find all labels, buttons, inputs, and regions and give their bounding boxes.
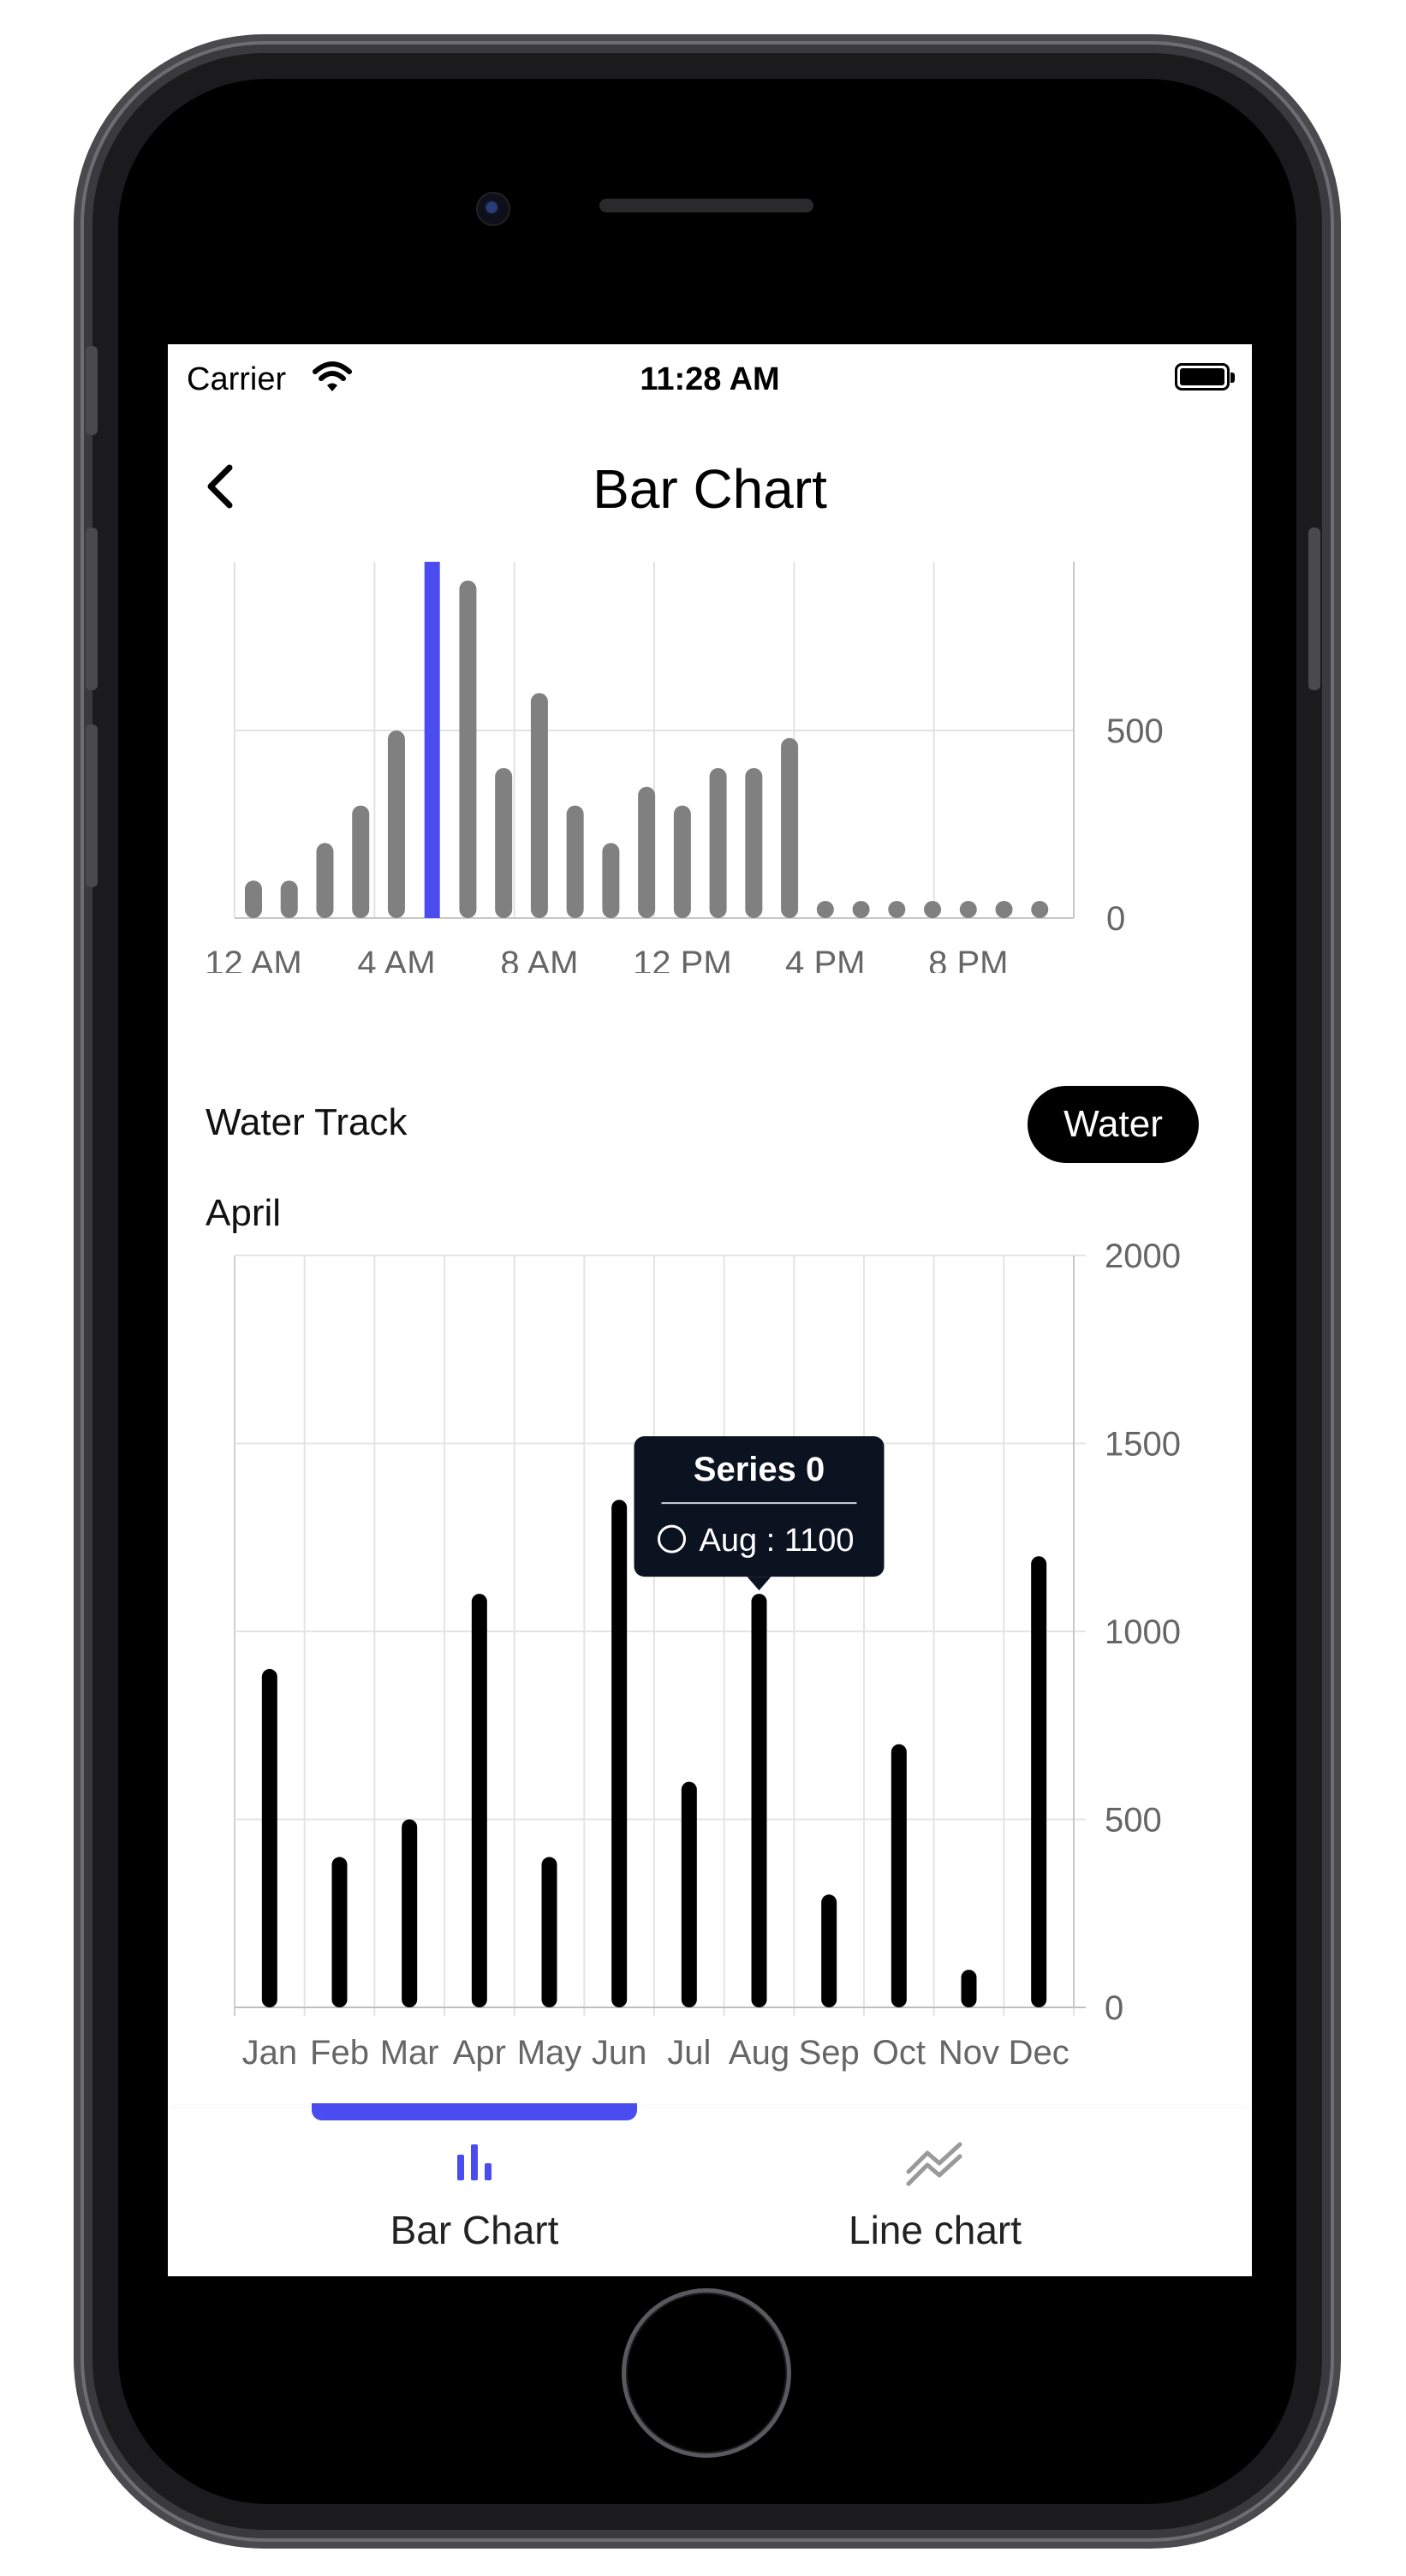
bar xyxy=(745,767,763,918)
bar xyxy=(1031,901,1049,918)
bar xyxy=(995,901,1013,918)
x-tick-label: Oct xyxy=(873,2034,926,2072)
y-tick-label: 0 xyxy=(1105,1989,1123,2027)
bar xyxy=(816,901,834,918)
x-tick-label: 12 PM xyxy=(633,945,732,973)
x-tick-label: Jun xyxy=(592,2034,647,2072)
bar xyxy=(891,1744,907,2007)
tab-bar-chart[interactable]: Bar Chart xyxy=(303,2139,646,2253)
bar xyxy=(471,1594,487,2007)
x-tick-label: Aug xyxy=(729,2034,789,2072)
page-title: Bar Chart xyxy=(593,458,827,520)
bar xyxy=(924,901,942,918)
clock: 11:28 AM xyxy=(640,361,780,397)
hourly-bar-chart[interactable]: 500 0 12 AM 4 AM 8 AM 12 PM 4 PM 8 PM xyxy=(168,562,1252,973)
bar xyxy=(402,1819,418,2007)
water-track-label: Water Track xyxy=(206,1101,408,1143)
bar xyxy=(424,562,440,918)
y-tick-label: 1000 xyxy=(1105,1613,1181,1651)
battery-icon xyxy=(1175,363,1235,391)
bar xyxy=(852,901,870,918)
y-tick-label: 500 xyxy=(1105,1802,1162,1840)
bar xyxy=(681,1781,697,2007)
navigation-bar: Bar Chart xyxy=(168,438,1252,533)
line-chart-icon xyxy=(906,2142,962,2186)
active-tab-indicator xyxy=(312,2103,637,2120)
bar xyxy=(352,805,370,918)
x-tick-label: 12 AM xyxy=(205,945,301,973)
bar xyxy=(245,880,262,918)
x-tick-label: Mar xyxy=(380,2034,439,2072)
bar xyxy=(961,1970,977,2007)
bar xyxy=(751,1594,767,2007)
bar xyxy=(1031,1556,1047,2007)
bar xyxy=(280,880,298,918)
y-tick-label: 500 xyxy=(1106,713,1164,750)
x-tick-label: Apr xyxy=(453,2034,506,2072)
bar xyxy=(495,767,513,918)
x-tick-label: 8 AM xyxy=(500,945,578,973)
month-label: April xyxy=(206,1192,282,1234)
x-tick-label: Feb xyxy=(310,2034,369,2072)
monthly-bar-chart[interactable]: 0 500 1000 1500 2000 Jan Feb Mar Apr May Jun Jul Aug… xyxy=(168,1243,1252,2100)
tab-bar: Bar Chart Line chart xyxy=(168,2103,1252,2276)
bar xyxy=(316,843,334,918)
x-tick-label: May xyxy=(517,2034,582,2072)
status-bar: Carrier 11:28 AM xyxy=(168,344,1252,413)
x-tick-label: Jul xyxy=(667,2034,711,2072)
bar xyxy=(888,901,906,918)
bar xyxy=(459,580,477,918)
bar xyxy=(638,786,656,918)
silent-switch xyxy=(86,346,98,435)
tooltip-title: Series 0 xyxy=(694,1451,825,1488)
bar xyxy=(566,805,584,918)
power-button xyxy=(1308,528,1320,690)
bar xyxy=(261,1668,277,2007)
app-screen: Carrier 11:28 AM Bar Chart 500 0 12 AM 4 AM… xyxy=(168,344,1252,2276)
x-tick-label: Nov xyxy=(938,2034,999,2072)
bar xyxy=(602,843,620,918)
x-tick-label: Jan xyxy=(242,2034,298,2072)
bar xyxy=(821,1894,837,2007)
water-button[interactable]: Water xyxy=(1028,1086,1199,1163)
x-tick-label: Sep xyxy=(799,2034,860,2072)
bar xyxy=(611,1500,628,2007)
y-tick-label: 1500 xyxy=(1105,1426,1181,1464)
tooltip-arrow xyxy=(747,1577,772,1591)
front-camera xyxy=(476,192,510,226)
x-tick-label: 4 PM xyxy=(785,945,865,973)
y-tick-label: 2000 xyxy=(1105,1243,1181,1275)
x-tick-label: 4 AM xyxy=(357,945,435,973)
bar xyxy=(673,805,691,918)
bar-chart-icon xyxy=(457,2144,492,2180)
volume-down-button xyxy=(86,724,98,887)
tab-line-chart[interactable]: Line chart xyxy=(764,2139,1106,2253)
tab-line-chart-label: Line chart xyxy=(848,2208,1022,2252)
tab-bar-chart-label: Bar Chart xyxy=(390,2208,559,2252)
bar xyxy=(387,730,405,918)
bar xyxy=(709,767,727,918)
bar xyxy=(781,737,799,918)
volume-up-button xyxy=(86,528,98,690)
bar xyxy=(331,1857,348,2007)
bar xyxy=(959,901,977,918)
chart-tooltip: Series 0 Aug : 1100 xyxy=(634,1436,885,1591)
x-tick-label: 8 PM xyxy=(928,945,1008,973)
tooltip-value: Aug : 1100 xyxy=(700,1523,855,1559)
bar xyxy=(541,1857,557,2007)
bar xyxy=(530,693,548,918)
x-tick-label: Dec xyxy=(1009,2034,1069,2072)
y-tick-label: 0 xyxy=(1106,900,1125,938)
earpiece-speaker xyxy=(599,199,813,212)
home-button[interactable] xyxy=(622,2288,791,2458)
